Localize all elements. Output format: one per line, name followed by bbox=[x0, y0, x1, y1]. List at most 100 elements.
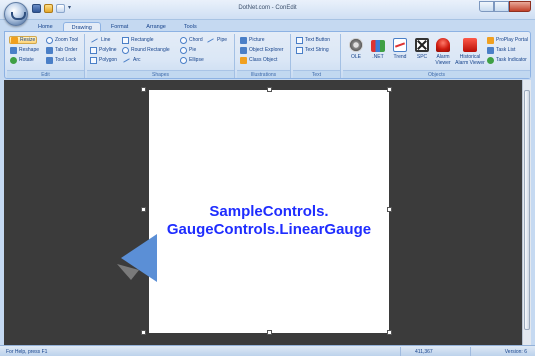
historical-alarm-viewer-button[interactable]: Historical Alarm Viewer bbox=[455, 35, 485, 69]
resize-handle-top-left[interactable] bbox=[141, 87, 146, 92]
rectangle-label: Rectangle bbox=[131, 37, 154, 43]
reshape-icon bbox=[10, 46, 17, 54]
window-controls bbox=[479, 1, 531, 12]
text-string-button[interactable]: Text String bbox=[295, 46, 330, 54]
spc-button[interactable]: SPC bbox=[411, 35, 433, 69]
resize-handle-top[interactable] bbox=[267, 87, 272, 92]
objects-group: OLE .NET Trend SPC Alarm Viewer Historic… bbox=[343, 34, 530, 78]
tab-order-label: Tab Order bbox=[55, 47, 78, 53]
text-button-label: Text Button bbox=[305, 37, 331, 43]
polyline-icon bbox=[90, 46, 97, 54]
pie-button[interactable]: Pie bbox=[179, 46, 197, 54]
dotnet-button[interactable]: .NET bbox=[367, 35, 389, 69]
edit-group-label: Edit bbox=[7, 70, 84, 78]
drawing-workspace[interactable]: SampleControls. GaugeControls.LinearGaug… bbox=[4, 80, 531, 345]
trend-chart-icon bbox=[393, 38, 407, 52]
pie-icon bbox=[180, 46, 187, 54]
application-menu-button[interactable] bbox=[4, 2, 28, 26]
line-button[interactable]: Line bbox=[89, 36, 111, 44]
task-indicator-label: Task Indicator bbox=[496, 57, 527, 63]
arc-label: Arc bbox=[133, 57, 141, 63]
polygon-button[interactable]: Polygon bbox=[89, 56, 118, 64]
ole-label: OLE bbox=[350, 54, 361, 60]
ole-gears-icon bbox=[349, 38, 363, 52]
picture-label: Picture bbox=[249, 37, 265, 43]
resize-handle-left[interactable] bbox=[141, 207, 146, 212]
minimize-button[interactable] bbox=[479, 1, 494, 12]
proplay-portal-label: ProPlay Portal bbox=[496, 37, 528, 43]
resize-label: Resize bbox=[20, 37, 36, 43]
class-object-label: Class Object bbox=[249, 57, 278, 63]
trend-button[interactable]: Trend bbox=[389, 35, 411, 69]
rotate-icon bbox=[10, 56, 17, 64]
line-icon bbox=[91, 37, 98, 43]
class-object-icon bbox=[240, 56, 247, 64]
vertical-scrollbar[interactable] bbox=[522, 80, 531, 345]
tool-lock-button[interactable]: Tool Lock bbox=[45, 56, 77, 64]
trend-label: Trend bbox=[393, 54, 407, 60]
text-button-icon bbox=[296, 36, 303, 44]
polygon-label: Polygon bbox=[99, 57, 118, 63]
resize-handle-bottom[interactable] bbox=[267, 330, 272, 335]
resize-button[interactable]: Resize bbox=[9, 36, 38, 44]
selected-control[interactable]: SampleControls. GaugeControls.LinearGaug… bbox=[149, 90, 389, 333]
task-indicator-button[interactable]: Task Indicator bbox=[486, 56, 528, 64]
resize-handle-right[interactable] bbox=[387, 207, 392, 212]
object-explorer-icon bbox=[240, 46, 247, 54]
status-bar: For Help, press F1 411,367 Version: 6 bbox=[0, 345, 535, 356]
ole-button[interactable]: OLE bbox=[345, 35, 367, 69]
task-list-button[interactable]: Task List bbox=[486, 46, 516, 54]
picture-icon bbox=[240, 36, 247, 44]
pipe-label: Pipe bbox=[217, 37, 228, 43]
pipe-button[interactable]: Pipe bbox=[205, 36, 228, 44]
gauge-label-line-1: SampleControls. bbox=[209, 203, 329, 220]
status-divider bbox=[470, 347, 471, 356]
resize-handle-bottom-right[interactable] bbox=[387, 330, 392, 335]
round-rectangle-button[interactable]: Round Rectangle bbox=[121, 46, 171, 54]
text-string-icon bbox=[296, 46, 303, 54]
picture-button[interactable]: Picture bbox=[239, 36, 266, 44]
polyline-button[interactable]: Polyline bbox=[89, 46, 118, 54]
proplay-portal-button[interactable]: ProPlay Portal bbox=[486, 36, 529, 44]
round-rectangle-label: Round Rectangle bbox=[131, 47, 170, 53]
resize-handle-bottom-left[interactable] bbox=[141, 330, 146, 335]
close-button[interactable] bbox=[509, 1, 531, 12]
illustrations-group-label: Illustrations bbox=[237, 70, 290, 78]
rectangle-icon bbox=[122, 36, 129, 44]
class-object-button[interactable]: Class Object bbox=[239, 56, 278, 64]
ellipse-button[interactable]: Ellipse bbox=[179, 56, 205, 64]
reshape-label: Reshape bbox=[19, 47, 40, 53]
polyline-label: Polyline bbox=[99, 47, 117, 53]
arc-button[interactable]: Arc bbox=[121, 56, 142, 64]
alarm-viewer-button[interactable]: Alarm Viewer bbox=[431, 35, 455, 69]
object-explorer-label: Object Explorer bbox=[249, 47, 284, 53]
tool-lock-label: Tool Lock bbox=[55, 57, 77, 63]
shapes-group-label: Shapes bbox=[87, 70, 234, 78]
rotate-button[interactable]: Rotate bbox=[9, 56, 35, 64]
objects-group-label: Objects bbox=[343, 70, 530, 78]
tab-order-button[interactable]: Tab Order bbox=[45, 46, 78, 54]
chord-button[interactable]: Chord bbox=[179, 36, 204, 44]
tab-order-icon bbox=[46, 46, 53, 54]
pointer-icon bbox=[11, 36, 18, 44]
maximize-button[interactable] bbox=[494, 1, 509, 12]
window-title: DotNet.com - ConEdit bbox=[238, 5, 297, 11]
text-button-button[interactable]: Text Button bbox=[295, 36, 331, 44]
scrollbar-thumb[interactable] bbox=[524, 90, 530, 330]
object-explorer-button[interactable]: Object Explorer bbox=[239, 46, 284, 54]
zoom-tool-button[interactable]: Zoom Tool bbox=[45, 36, 79, 44]
lock-icon bbox=[46, 56, 53, 64]
task-list-label: Task List bbox=[496, 47, 516, 53]
resize-handle-top-right[interactable] bbox=[387, 87, 392, 92]
ribbon: Resize Zoom Tool Reshape Tab Order Rotat… bbox=[4, 31, 531, 79]
ellipse-label: Ellipse bbox=[189, 57, 204, 63]
historical-alarm-icon bbox=[463, 38, 477, 52]
rotate-label: Rotate bbox=[19, 57, 34, 63]
rectangle-button[interactable]: Rectangle bbox=[121, 36, 155, 44]
reshape-button[interactable]: Reshape bbox=[9, 46, 40, 54]
edit-group: Resize Zoom Tool Reshape Tab Order Rotat… bbox=[7, 34, 85, 78]
round-rectangle-icon bbox=[122, 46, 129, 54]
zoom-tool-label: Zoom Tool bbox=[55, 37, 79, 43]
arc-icon bbox=[123, 57, 130, 63]
pipe-icon bbox=[207, 37, 214, 43]
